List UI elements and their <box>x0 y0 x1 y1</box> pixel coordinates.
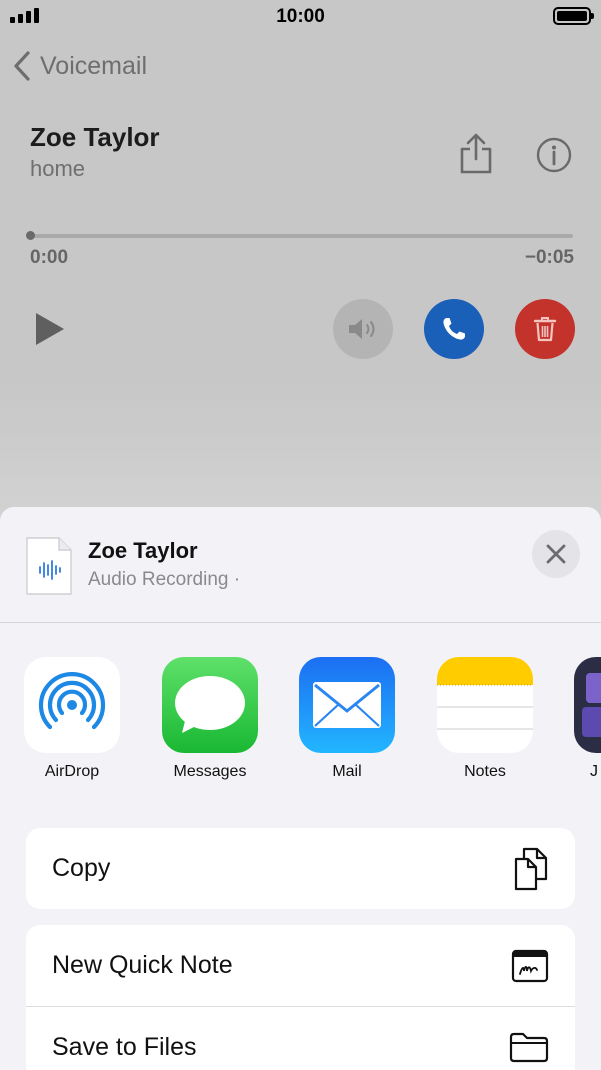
action-label: Save to Files <box>52 1032 197 1061</box>
messages-icon <box>162 657 258 753</box>
phone-icon <box>443 318 465 340</box>
mail-icon <box>299 657 395 753</box>
share-apps-row: AirDrop Messages Mail Notes J <box>0 657 601 797</box>
share-item-title: Zoe Taylor <box>88 538 198 563</box>
share-sheet-header: Zoe Taylor Audio Recording · <box>0 507 601 623</box>
share-app-partial[interactable]: J <box>573 657 601 781</box>
share-item-subtitle: Audio Recording · <box>88 569 241 590</box>
airdrop-icon <box>24 657 120 753</box>
folder-icon <box>509 1032 549 1063</box>
share-app-label: Notes <box>464 763 506 780</box>
share-app-messages[interactable]: Messages <box>161 657 259 781</box>
playback-scrubber[interactable] <box>30 234 573 238</box>
close-icon <box>546 544 566 564</box>
notes-icon <box>437 657 533 753</box>
back-label: Voicemail <box>40 51 147 80</box>
play-icon <box>36 313 64 345</box>
action-label: Copy <box>52 854 111 882</box>
copy-action[interactable]: Copy <box>26 828 575 909</box>
speaker-icon <box>349 319 375 339</box>
caller-name: Zoe Taylor <box>30 122 160 152</box>
remaining-time: −0:05 <box>524 247 574 268</box>
call-back-button[interactable] <box>424 299 484 359</box>
elapsed-time: 0:00 <box>30 247 69 268</box>
share-app-mail[interactable]: Mail <box>298 657 396 781</box>
caller-label: home <box>30 156 86 181</box>
trash-icon <box>533 317 557 342</box>
save-to-files-action[interactable]: Save to Files <box>26 1006 575 1070</box>
action-label: New Quick Note <box>52 951 233 979</box>
share-app-label: AirDrop <box>44 763 100 780</box>
share-app-label: Mail <box>332 763 362 780</box>
delete-button[interactable] <box>515 299 575 359</box>
share-app-label: Messages <box>173 763 247 780</box>
status-time: 10:00 <box>276 6 325 27</box>
share-button[interactable] <box>456 133 496 180</box>
play-button[interactable] <box>33 310 67 353</box>
quick-note-icon <box>511 949 549 982</box>
info-button[interactable] <box>535 136 573 179</box>
share-app-label: J <box>590 763 598 780</box>
share-app-notes[interactable]: Notes <box>436 657 534 781</box>
battery-icon <box>553 7 594 25</box>
status-bar: 10:00 <box>0 0 601 34</box>
audio-file-icon <box>26 537 72 595</box>
scrubber-knob[interactable] <box>26 231 35 240</box>
share-sheet: Zoe Taylor Audio Recording · AirDrop Mes… <box>0 507 601 1070</box>
chevron-left-icon <box>14 51 30 81</box>
close-button[interactable] <box>532 530 580 578</box>
app-icon <box>574 657 601 753</box>
share-icon <box>460 133 492 174</box>
back-button[interactable]: Voicemail <box>12 50 147 82</box>
share-app-airdrop[interactable]: AirDrop <box>23 657 121 781</box>
speaker-button[interactable] <box>333 299 393 359</box>
copy-icon <box>514 847 548 890</box>
info-icon <box>536 137 572 173</box>
new-quick-note-action[interactable]: New Quick Note <box>26 925 575 1006</box>
